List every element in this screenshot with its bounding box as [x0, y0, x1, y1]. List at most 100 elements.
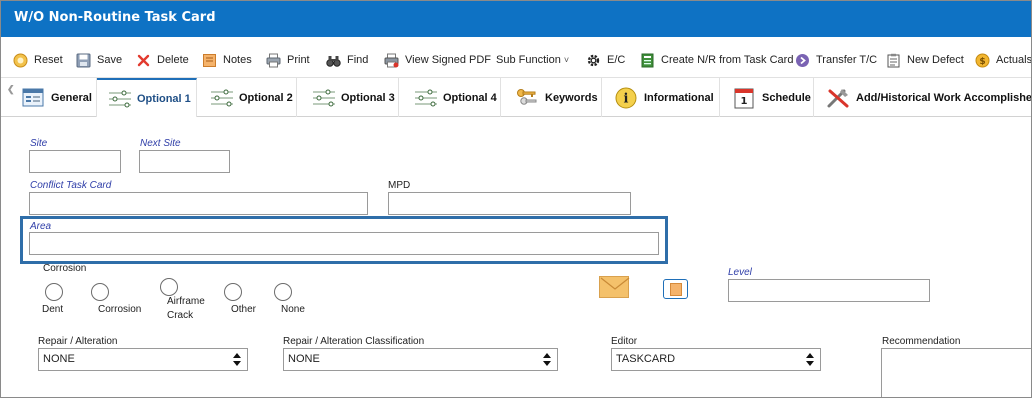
- scroll-left-icon[interactable]: ❮: [7, 84, 15, 95]
- arrow-circle-icon: [795, 53, 810, 68]
- tab-optional-4-label: Optional 4: [443, 91, 497, 104]
- delete-button[interactable]: Delete: [136, 51, 189, 69]
- tab-optional-1-label: Optional 1: [137, 92, 191, 105]
- tab-schedule-label: Schedule: [762, 91, 811, 104]
- radio-none-label: None: [281, 304, 305, 315]
- tab-optional-3[interactable]: Optional 3: [297, 78, 399, 117]
- repair-class-label: Repair / Alteration Classification: [283, 336, 425, 347]
- radio-other[interactable]: [224, 283, 242, 301]
- delete-label: Delete: [157, 54, 189, 66]
- delete-icon: [136, 53, 151, 68]
- radio-corrosion-label: Corrosion: [98, 304, 142, 315]
- sliders-icon: [209, 87, 235, 109]
- transfer-tc-button[interactable]: Transfer T/C: [795, 51, 877, 69]
- actuals-button[interactable]: $ Actuals: [975, 51, 1032, 69]
- pdf-print-icon: [384, 53, 399, 68]
- area-field[interactable]: [29, 232, 659, 255]
- view-signed-pdf-label: View Signed PDF: [405, 54, 492, 66]
- actuals-label: Actuals: [996, 54, 1032, 66]
- mpd-field[interactable]: [388, 192, 631, 215]
- tab-general[interactable]: ❮ General: [7, 78, 97, 117]
- mpd-label: MPD: [388, 180, 411, 191]
- notes-label: Notes: [223, 54, 252, 66]
- editor-select[interactable]: TASKCARD: [611, 348, 821, 371]
- radio-corrosion[interactable]: [91, 283, 109, 301]
- radio-other-label: Other: [231, 304, 257, 315]
- level-field[interactable]: [728, 279, 930, 302]
- save-button[interactable]: Save: [76, 51, 122, 69]
- notes-button[interactable]: Notes: [202, 51, 252, 69]
- transfer-tc-label: Transfer T/C: [816, 54, 878, 66]
- site-label: Site: [30, 138, 48, 149]
- chevron-down-icon: ˅: [563, 55, 570, 65]
- new-defect-button[interactable]: New Defect: [886, 51, 964, 69]
- conflict-task-card-label: Conflict Task Card: [30, 180, 112, 191]
- find-button[interactable]: Find: [326, 51, 368, 69]
- radio-dent-label: Dent: [42, 304, 64, 315]
- next-site-field[interactable]: [139, 150, 230, 173]
- task-card-window: W/O Non-Routine Task Card Reset Save Del…: [0, 0, 1032, 398]
- note-button[interactable]: [663, 279, 688, 299]
- keys-icon: [515, 87, 541, 109]
- envelope-icon[interactable]: [599, 276, 630, 298]
- clipboard-icon: [886, 53, 901, 68]
- radio-none[interactable]: [274, 283, 292, 301]
- toolbar: Reset Save Delete Notes Print Find View …: [1, 45, 1032, 75]
- tab-informational[interactable]: i Informational: [602, 78, 720, 117]
- ec-button[interactable]: E/C: [586, 51, 625, 69]
- recommendation-textarea[interactable]: [881, 348, 1031, 397]
- sliders-icon: [311, 87, 337, 109]
- sliders-icon: [413, 87, 439, 109]
- document-icon: [640, 53, 655, 68]
- tab-keywords[interactable]: Keywords: [501, 78, 602, 117]
- corrosion-group-label: Corrosion: [43, 263, 87, 274]
- tab-schedule[interactable]: 1 Schedule: [720, 78, 814, 117]
- print-button[interactable]: Print: [266, 51, 310, 69]
- tab-optional-2[interactable]: Optional 2: [197, 78, 297, 117]
- tab-add-historical[interactable]: Add/Historical Work Accomplished: [814, 78, 1031, 117]
- area-label: Area: [30, 221, 52, 232]
- create-nr-label: Create N/R from Task Card: [661, 54, 794, 66]
- level-label: Level: [728, 267, 752, 278]
- updown-arrow-icon: [233, 353, 241, 366]
- sub-function-label: Sub Function: [496, 54, 561, 66]
- recommendation-label: Recommendation: [882, 336, 961, 347]
- tab-optional-1[interactable]: Optional 1: [97, 78, 197, 117]
- svg-text:i: i: [624, 91, 629, 106]
- tab-optional-3-label: Optional 3: [341, 91, 395, 104]
- gear-icon: [586, 53, 601, 68]
- reset-label: Reset: [34, 54, 63, 66]
- radio-airframe-label-line1: Airframe: [167, 296, 205, 307]
- sticky-note-icon: [670, 283, 682, 296]
- tab-keywords-label: Keywords: [545, 91, 598, 104]
- form-icon: [21, 87, 47, 109]
- radio-airframe-crack[interactable]: [160, 278, 178, 296]
- radio-dent[interactable]: [45, 283, 63, 301]
- tab-general-label: General: [51, 91, 92, 104]
- print-label: Print: [287, 54, 310, 66]
- site-field[interactable]: [29, 150, 121, 173]
- next-site-label: Next Site: [140, 138, 181, 149]
- editor-value: TASKCARD: [616, 353, 676, 365]
- repair-class-select[interactable]: NONE: [283, 348, 558, 371]
- updown-arrow-icon: [543, 353, 551, 366]
- conflict-task-card-field[interactable]: [29, 192, 368, 215]
- tab-optional-2-label: Optional 2: [239, 91, 293, 104]
- title-bar: W/O Non-Routine Task Card: [1, 1, 1031, 37]
- tab-optional-4[interactable]: Optional 4: [399, 78, 501, 117]
- find-label: Find: [347, 54, 369, 66]
- repair-alteration-label: Repair / Alteration: [38, 336, 118, 347]
- save-icon: [76, 53, 91, 68]
- sub-function-dropdown[interactable]: Sub Function ˅: [496, 51, 569, 69]
- reset-button[interactable]: Reset: [13, 51, 63, 69]
- print-icon: [266, 53, 281, 68]
- tab-bar: ❮ General Optional 1 Optional 2 Optional…: [1, 77, 1031, 117]
- repair-alteration-select[interactable]: NONE: [38, 348, 248, 371]
- calendar-icon: 1: [732, 87, 758, 109]
- save-label: Save: [97, 54, 123, 66]
- view-signed-pdf-button[interactable]: View Signed PDF: [384, 51, 491, 69]
- info-icon: i: [614, 87, 640, 109]
- repair-class-value: NONE: [288, 353, 320, 365]
- create-nr-button[interactable]: Create N/R from Task Card: [640, 51, 793, 69]
- radio-airframe-label-line2: Crack: [167, 310, 194, 321]
